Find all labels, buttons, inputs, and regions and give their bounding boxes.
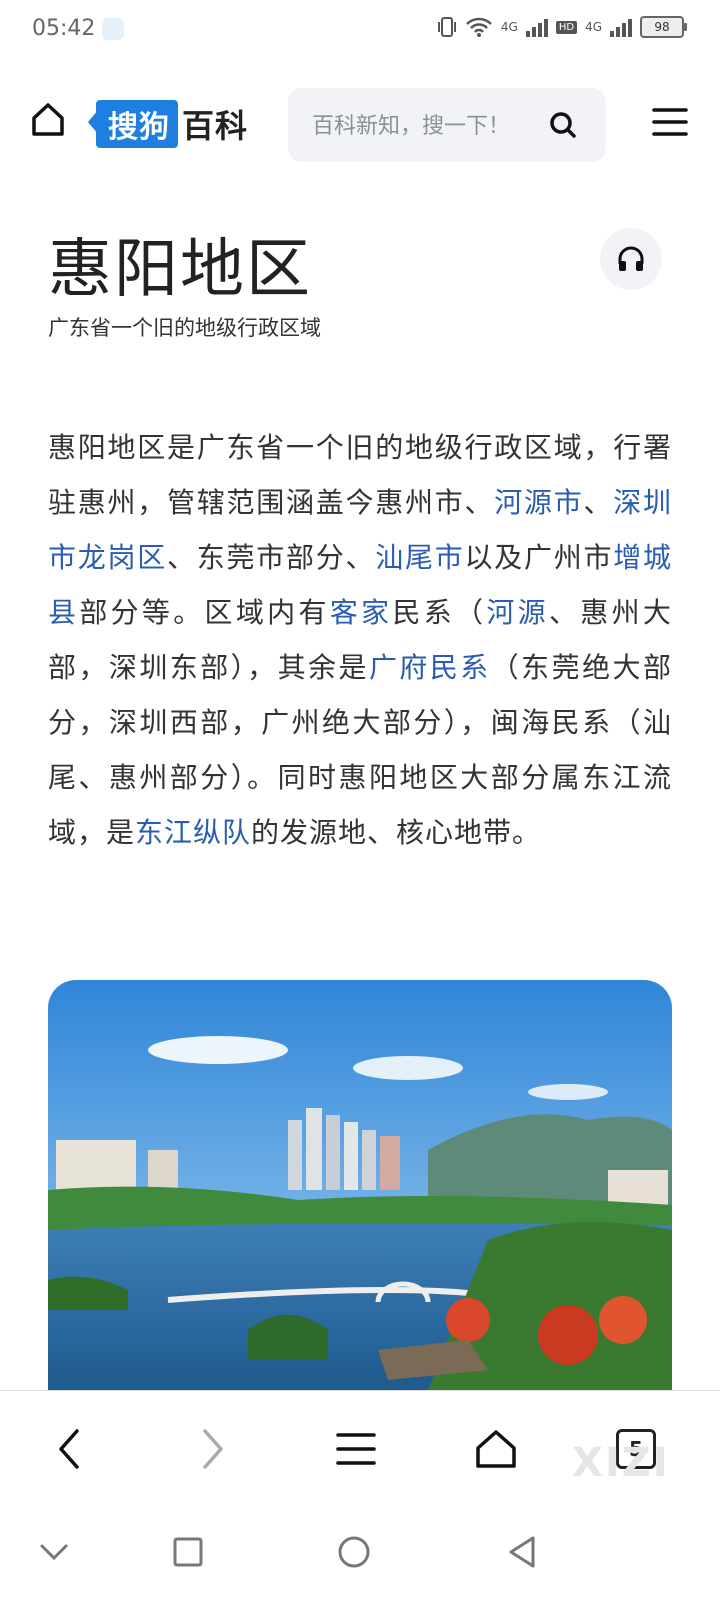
logo-brand: 搜狗 [88, 100, 178, 148]
sogou-baike-logo[interactable]: 搜狗 百科 [88, 100, 249, 148]
audio-button[interactable] [600, 228, 662, 290]
article-image[interactable] [48, 980, 672, 1390]
home-icon [476, 1430, 516, 1468]
city-lake-photo [48, 980, 672, 1390]
chevron-right-icon [203, 1429, 223, 1469]
back-button[interactable] [40, 1419, 100, 1479]
forward-button[interactable] [182, 1419, 242, 1479]
square-icon [173, 1537, 203, 1567]
logo-product: 百科 [182, 107, 249, 145]
home-icon[interactable] [28, 100, 68, 140]
signal-icon-2 [610, 17, 632, 37]
article-text: 以及广州市 [464, 541, 614, 574]
article-text: 的发源地、核心地带。 [251, 816, 542, 849]
status-time: 05:42 [32, 16, 96, 41]
article-link[interactable]: 河源 [486, 596, 549, 629]
network-type-b: 4G [585, 20, 602, 34]
search-icon[interactable] [548, 110, 578, 140]
article-link[interactable]: 汕尾市 [375, 541, 464, 574]
system-home-button[interactable] [332, 1530, 376, 1574]
system-back-button[interactable] [500, 1530, 544, 1574]
article-text: 部分等。区域内有 [79, 596, 330, 629]
headphones-icon [618, 246, 644, 271]
menu-icon[interactable] [652, 106, 688, 138]
network-type-a: 4G [500, 20, 518, 34]
browser-home-button[interactable] [466, 1419, 526, 1479]
menu-icon [336, 1433, 376, 1465]
chevron-down-icon [40, 1544, 68, 1561]
article-link[interactable]: 客家 [330, 596, 393, 629]
wifi-icon [466, 17, 492, 37]
system-navigation-bar [0, 1500, 720, 1600]
article-intro: 惠阳地区是广东省一个旧的地级行政区域，行署驻惠州，管辖范围涵盖今惠州市、河源市、… [48, 420, 672, 860]
article-text: 、 [583, 486, 614, 519]
search-box[interactable] [288, 88, 606, 162]
notification-app-icon [102, 18, 124, 40]
article-link[interactable]: 东江纵队 [135, 816, 251, 849]
collapse-button[interactable] [32, 1530, 76, 1574]
browser-menu-button[interactable] [326, 1419, 386, 1479]
page-subtitle: 广东省一个旧的地级行政区域 [48, 316, 321, 340]
watermark: XIZI [572, 1440, 670, 1486]
triangle-back-icon [509, 1536, 535, 1568]
status-indicators: 4G HD 4G 98 [437, 16, 687, 38]
chevron-left-icon [59, 1429, 79, 1469]
article-link[interactable]: 河源市 [494, 486, 583, 519]
vibrate-icon [437, 17, 456, 37]
article-text: 民系（ [392, 596, 487, 629]
battery-icon: 98 [640, 16, 687, 38]
article-text: 、东莞市部分、 [167, 541, 376, 574]
status-bar: 05:42 4G HD 4G 98 [0, 0, 720, 60]
search-input[interactable] [310, 106, 544, 146]
hd-badge: HD [555, 20, 578, 34]
signal-icon [525, 17, 548, 37]
page-title: 惠阳地区 [48, 233, 312, 307]
circle-icon [338, 1536, 370, 1568]
recent-apps-button[interactable] [166, 1530, 210, 1574]
article-link[interactable]: 广府民系 [369, 651, 491, 684]
